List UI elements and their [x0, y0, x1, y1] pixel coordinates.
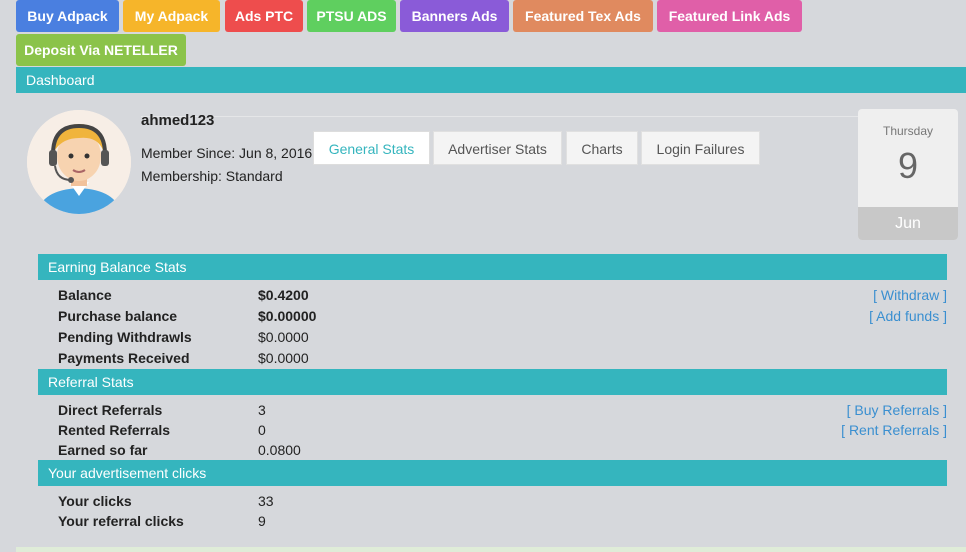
your-clicks-value: 33 [258, 493, 274, 509]
featured-text-ads-button[interactable]: Featured Tex Ads [513, 0, 653, 32]
earning-balance-header: Earning Balance Stats [38, 254, 947, 280]
referral-clicks-label: Your referral clicks [58, 513, 184, 529]
date-widget: Thursday 9 Jun [858, 109, 958, 240]
referral-stats-header: Referral Stats [38, 369, 947, 395]
pending-withdrawals-value: $0.0000 [258, 329, 309, 345]
tab-advertiser-stats[interactable]: Advertiser Stats [433, 131, 562, 165]
direct-referrals-label: Direct Referrals [58, 402, 163, 418]
date-weekday: Thursday [882, 124, 934, 138]
membership: Membership: Standard [141, 168, 283, 184]
featured-link-ads-button[interactable]: Featured Link Ads [657, 0, 802, 32]
rent-referrals-link[interactable]: [ Rent Referrals ] [841, 422, 947, 438]
referral-clicks-value: 9 [258, 513, 266, 529]
ptsu-ads-button[interactable]: PTSU ADS [307, 0, 396, 32]
tab-charts[interactable]: Charts [566, 131, 638, 165]
buy-adpack-button[interactable]: Buy Adpack [16, 0, 119, 32]
banners-ads-button[interactable]: Banners Ads [400, 0, 509, 32]
referral-stats-title: Referral Stats [48, 374, 134, 390]
user-avatar-icon [27, 110, 131, 214]
member-since: Member Since: Jun 8, 2016 [141, 145, 313, 161]
withdraw-link[interactable]: [ Withdraw ] [873, 287, 947, 303]
dashboard-header: Dashboard [16, 67, 966, 93]
date-day: 9 [897, 145, 919, 186]
avatar [27, 110, 131, 214]
earning-balance-title: Earning Balance Stats [48, 259, 187, 275]
dashboard-title: Dashboard [26, 72, 95, 88]
payments-received-label: Payments Received [58, 350, 190, 366]
footer-bar [16, 547, 966, 552]
earned-so-far-label: Earned so far [58, 442, 148, 458]
balance-value: $0.4200 [258, 287, 309, 303]
direct-referrals-value: 3 [258, 402, 266, 418]
tab-general-stats[interactable]: General Stats [313, 131, 430, 165]
tab-login-failures[interactable]: Login Failures [641, 131, 760, 165]
ads-ptc-button[interactable]: Ads PTC [225, 0, 303, 32]
username: ahmed123 [141, 112, 215, 129]
balance-label: Balance [58, 287, 112, 303]
divider [141, 116, 957, 117]
rented-referrals-value: 0 [258, 422, 266, 438]
add-funds-link[interactable]: [ Add funds ] [869, 308, 947, 324]
ad-clicks-title: Your advertisement clicks [48, 465, 207, 481]
buy-referrals-link[interactable]: [ Buy Referrals ] [847, 402, 947, 418]
rented-referrals-label: Rented Referrals [58, 422, 171, 438]
your-clicks-label: Your clicks [58, 493, 132, 509]
date-month: Jun [858, 207, 958, 240]
deposit-neteller-button[interactable]: Deposit Via NETELLER [16, 34, 186, 66]
ad-clicks-header: Your advertisement clicks [38, 460, 947, 486]
purchase-balance-value: $0.00000 [258, 308, 317, 324]
earned-so-far-value: 0.0800 [258, 442, 301, 458]
my-adpack-button[interactable]: My Adpack [123, 0, 220, 32]
pending-withdrawals-label: Pending Withdrawls [58, 329, 192, 345]
purchase-balance-label: Purchase balance [58, 308, 178, 324]
payments-received-value: $0.0000 [258, 350, 309, 366]
